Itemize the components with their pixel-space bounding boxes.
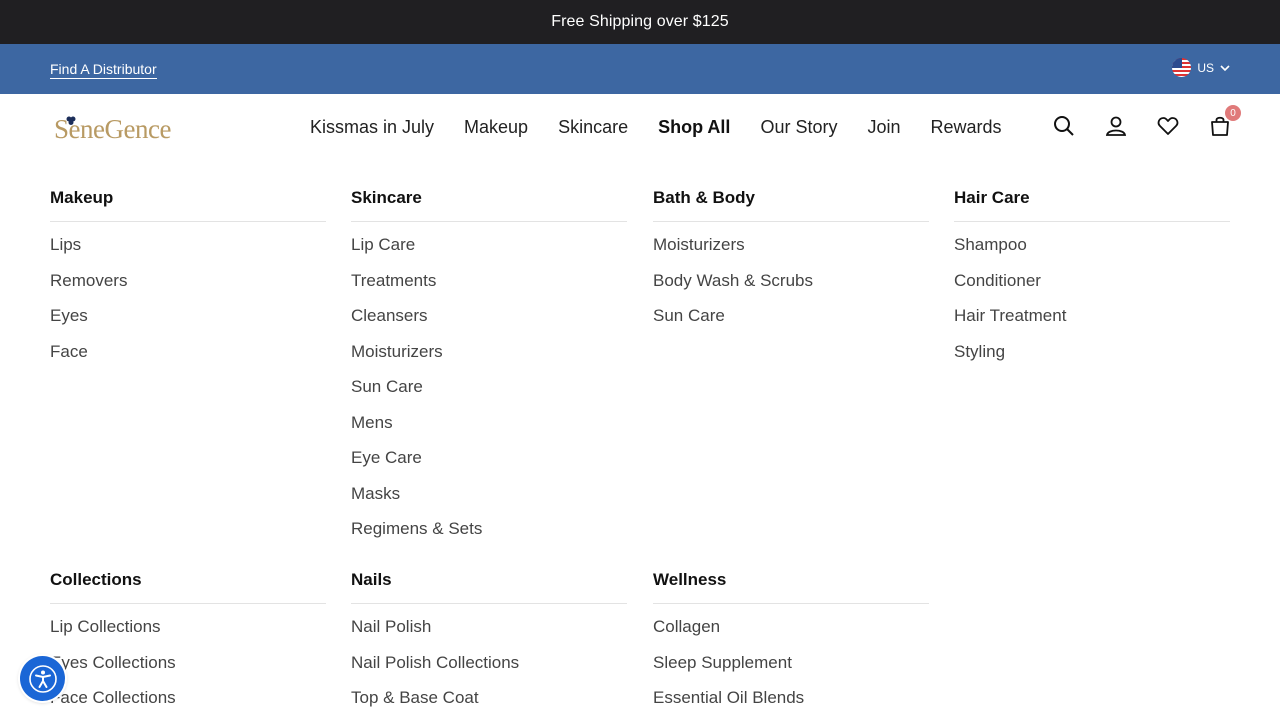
menu-link[interactable]: Masks [351,481,627,517]
nav-kissmas-in-july[interactable]: Kissmas in July [310,116,434,138]
menu-heading-skincare[interactable]: Skincare [351,162,627,222]
menu-link[interactable]: Nail Polish [351,614,627,650]
menu-link[interactable]: Nail Polish Collections [351,650,627,686]
menu-heading-bath-body[interactable]: Bath & Body [653,162,929,222]
menu-column-skincare: Skincare Lip Care Treatments Cleansers M… [351,162,627,552]
menu-column-bath-body: Bath & Body Moisturizers Body Wash & Scr… [653,162,929,339]
cart-icon[interactable]: 0 [1208,105,1241,138]
cart-count-badge: 0 [1225,105,1241,121]
accessibility-button[interactable] [20,656,65,701]
nav-skincare[interactable]: Skincare [558,116,628,138]
menu-link[interactable]: Mens [351,410,627,446]
nav-makeup[interactable]: Makeup [464,116,528,138]
menu-heading-hair-care[interactable]: Hair Care [954,162,1230,222]
menu-link[interactable]: Shampoo [954,232,1230,268]
menu-link[interactable]: Eyes [50,303,326,339]
announcement-text: Free Shipping over $125 [551,13,729,30]
nav-rewards[interactable]: Rewards [931,116,1002,138]
menu-heading-makeup[interactable]: Makeup [50,162,326,222]
locale-label: US [1197,60,1214,75]
heart-icon[interactable] [1156,114,1180,138]
menu-link[interactable]: Lips [50,232,326,268]
chevron-down-icon [1220,64,1230,71]
main-nav: Kissmas in July Makeup Skincare Shop All… [310,116,1002,138]
senegence-logo[interactable]: SeneGence [52,112,202,146]
nav-shop-all[interactable]: Shop All [658,116,730,138]
header-icons: 0 [1052,105,1241,138]
menu-link[interactable]: Moisturizers [653,232,929,268]
menu-column-wellness: Wellness Collagen Sleep Supplement Essen… [653,544,929,720]
menu-link[interactable]: Eye Care [351,445,627,481]
menu-link[interactable]: Sleep Supplement [653,650,929,686]
menu-column-hair-care: Hair Care Shampoo Conditioner Hair Treat… [954,162,1230,374]
search-icon[interactable] [1052,114,1076,138]
menu-link[interactable]: Treatments [351,268,627,304]
menu-link[interactable]: Face Collections [50,685,326,720]
menu-link[interactable]: Collagen [653,614,929,650]
logo-flower-icon [66,116,76,125]
find-distributor-link[interactable]: Find A Distributor [50,60,157,79]
menu-link[interactable]: Sun Care [351,374,627,410]
menu-link[interactable]: Hair Treatment [954,303,1230,339]
accessibility-icon [28,664,57,693]
menu-heading-collections[interactable]: Collections [50,544,326,604]
account-icon[interactable] [1104,114,1128,138]
menu-link[interactable]: Body Wash & Scrubs [653,268,929,304]
nav-our-story[interactable]: Our Story [760,116,837,138]
menu-link[interactable]: Moisturizers [351,339,627,375]
menu-link[interactable]: Styling [954,339,1230,375]
menu-column-makeup: Makeup Lips Removers Eyes Face [50,162,326,374]
menu-link[interactable]: Sun Care [653,303,929,339]
locale-selector[interactable]: US [1172,58,1230,77]
menu-link[interactable]: Top & Base Coat [351,685,627,720]
menu-link[interactable]: Essential Oil Blends [653,685,929,720]
us-flag-icon [1172,58,1192,77]
nav-join[interactable]: Join [867,116,900,138]
menu-link[interactable]: Eyes Collections [50,650,326,686]
menu-link[interactable]: Removers [50,268,326,304]
menu-link[interactable]: Cleansers [351,303,627,339]
menu-heading-nails[interactable]: Nails [351,544,627,604]
announcement-bar: Free Shipping over $125 [0,0,1280,44]
menu-link[interactable]: Lip Care [351,232,627,268]
menu-column-nails: Nails Nail Polish Nail Polish Collection… [351,544,627,720]
menu-link[interactable]: Lip Collections [50,614,326,650]
menu-link[interactable]: Conditioner [954,268,1230,304]
utility-bar: Find A Distributor US [0,44,1280,94]
menu-link[interactable]: Face [50,339,326,375]
site-header: SeneGence Kissmas in July Makeup Skincar… [0,94,1280,162]
menu-column-collections: Collections Lip Collections Eyes Collect… [50,544,326,720]
menu-heading-wellness[interactable]: Wellness [653,544,929,604]
